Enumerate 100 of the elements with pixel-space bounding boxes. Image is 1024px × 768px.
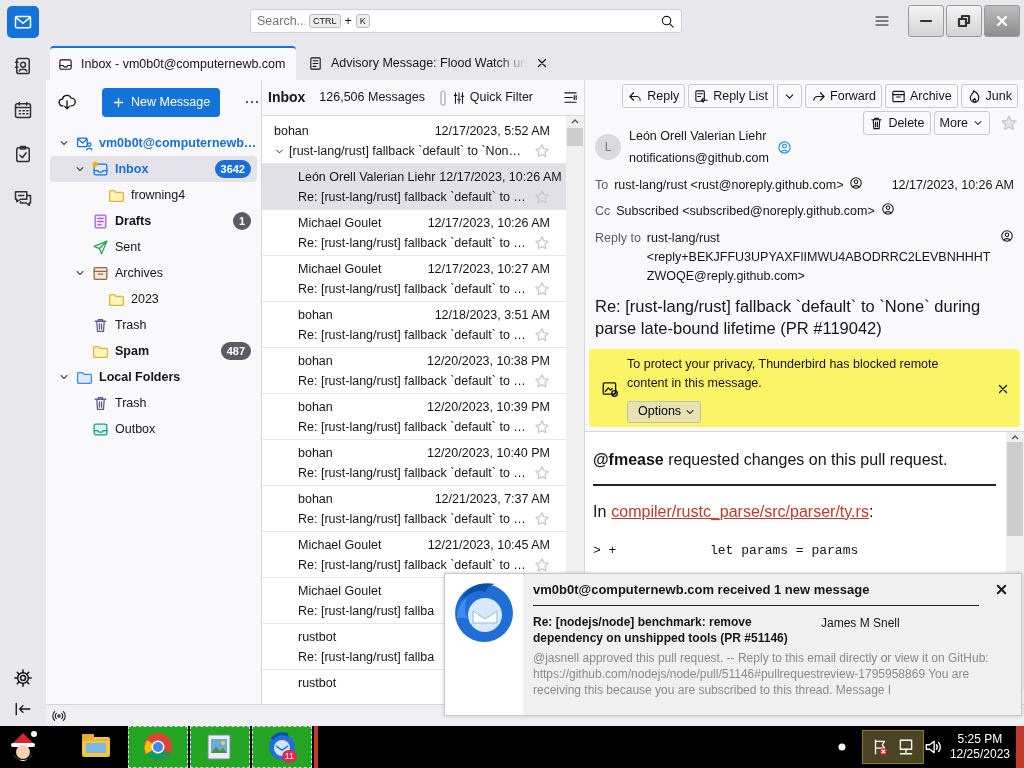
- settings-icon[interactable]: [13, 668, 33, 688]
- contact-icon[interactable]: [849, 175, 864, 190]
- folder-item[interactable]: Local Folders: [50, 364, 257, 390]
- star-icon[interactable]: [534, 511, 550, 527]
- folder-item[interactable]: frowning4: [50, 182, 257, 208]
- message-date: 12/17/2023, 10:26 AM: [427, 214, 550, 232]
- message-date: 12/20/2023, 10:39 PM: [427, 398, 550, 416]
- trash-icon: [92, 316, 109, 334]
- more-button[interactable]: More: [933, 111, 990, 135]
- code-line: > + let params = params: [593, 541, 860, 560]
- new-message-button[interactable]: New Message: [102, 87, 221, 117]
- forward-button[interactable]: Forward: [805, 84, 882, 108]
- menu-icon[interactable]: [874, 13, 890, 29]
- sender-name: Michael Goulet: [298, 536, 383, 554]
- folder-name: Spam: [115, 342, 151, 360]
- sender-name: bohan: [274, 122, 310, 140]
- folder-name: vm0b0t@computernewb…: [99, 134, 257, 152]
- message-row[interactable]: León Orell Valerian Liehr 12/17/2023, 10:26 AM Re: [rust-lang/rust] fallback `default` to …: [262, 164, 566, 210]
- archive-button[interactable]: Archive: [884, 84, 958, 108]
- folder-item[interactable]: Inbox 3642: [50, 156, 257, 182]
- search-field[interactable]: Search...: [257, 11, 305, 31]
- clock-date: 12/25/2023: [949, 747, 1010, 762]
- sliders-icon: [451, 90, 466, 105]
- message-subject: Re: [rust-lang/rust] fallback `default` to …: [298, 326, 527, 344]
- folder-item[interactable]: vm0b0t@computernewb…: [50, 130, 257, 156]
- drafts-icon: [92, 212, 109, 230]
- star-icon[interactable]: [1000, 114, 1018, 132]
- sender-name: bohan: [298, 444, 334, 462]
- folder-item[interactable]: Sent: [50, 234, 257, 260]
- star-icon[interactable]: [534, 189, 550, 205]
- close-icon[interactable]: [996, 382, 1010, 396]
- header-value: rust-lang/rust <reply+BEKJFFU3UPYAXFIIMWU4ABODRRC2LEVBNHHHTZWOQE@reply.github.com>: [646, 230, 992, 285]
- options-button[interactable]: Options: [627, 400, 702, 423]
- header-label: Reply to: [595, 230, 641, 247]
- sender-name: bohan: [298, 490, 334, 508]
- star-icon[interactable]: [534, 281, 550, 297]
- tab-label: Advisory Message: Flood Watch un: [331, 54, 528, 72]
- star-icon[interactable]: [534, 557, 550, 573]
- folder-item[interactable]: Outbox: [50, 416, 257, 442]
- taskbar-app[interactable]: 11: [252, 726, 312, 768]
- search-bar[interactable]: Search... CTRL + K: [250, 9, 682, 33]
- sender-name: bohan: [298, 398, 334, 416]
- message-subject: [rust-lang/rust] fallback `default` to `Non…: [289, 142, 523, 160]
- close-icon: [994, 13, 1010, 29]
- scrollbar-thumb[interactable]: [567, 128, 583, 146]
- dropdown-button[interactable]: [777, 84, 803, 108]
- header-label: To: [595, 176, 609, 194]
- star-icon[interactable]: [534, 419, 550, 435]
- clock-time: 5:25 PM: [956, 732, 1004, 747]
- message-subject: Re: [rust-lang/rust] fallback `default` to …: [298, 464, 527, 482]
- contact-icon[interactable]: [1000, 229, 1014, 243]
- folder-item[interactable]: Spam 487: [50, 338, 257, 364]
- contact-icon[interactable]: [880, 202, 895, 217]
- body-text: @fmease requested changes on this pull request.: [593, 449, 949, 470]
- sent-icon: [92, 238, 109, 256]
- scrollbar-thumb[interactable]: [1007, 441, 1023, 536]
- file-link[interactable]: compiler/rustc_parse/src/parser/ty.rs: [611, 499, 869, 524]
- close-icon[interactable]: [535, 56, 546, 70]
- folder-item[interactable]: Archives: [50, 260, 257, 286]
- tab[interactable]: Advisory Message: Flood Watch un: [300, 46, 546, 80]
- reply-button[interactable]: Reply: [622, 84, 686, 108]
- notice-text: To protect your privacy, Thunderbird has blocked remote content in this message.: [627, 356, 940, 392]
- folder-item[interactable]: 2023: [50, 286, 257, 312]
- star-icon[interactable]: [534, 143, 550, 159]
- clock[interactable]: 5:25 PM 12/25/2023: [949, 732, 1010, 762]
- message-subject: Re: [rust-lang/rust] fallback `default` to …: [298, 280, 527, 298]
- search-icon[interactable]: [660, 13, 675, 29]
- delete-button[interactable]: Delete: [863, 111, 931, 135]
- quick-filter-button[interactable]: Quick Filter: [451, 88, 533, 107]
- activity-icon[interactable]: [52, 708, 66, 723]
- minimize-icon: [920, 19, 932, 23]
- toggle-icon[interactable]: [439, 89, 446, 106]
- folder-item[interactable]: Trash: [50, 390, 257, 416]
- star-icon[interactable]: [534, 373, 550, 389]
- message-subject: Re: [rust-lang/rust] fallback `default` to …: [298, 234, 527, 252]
- message-subject: Re: [rust-lang/rust] fallback `default` to …: [298, 188, 527, 206]
- message-date: 12/17/2023, 10:27 AM: [427, 260, 550, 278]
- get-messages-icon[interactable]: [58, 93, 76, 111]
- folder-item[interactable]: Drafts 1: [50, 208, 257, 234]
- collapse-icon[interactable]: [14, 700, 32, 718]
- reply-list-button[interactable]: Reply List: [688, 84, 775, 108]
- folder-name: frowning4: [131, 186, 187, 204]
- folder-item[interactable]: Trash: [50, 312, 257, 338]
- folder-name: 2023: [131, 290, 160, 308]
- folder-name: Sent: [115, 238, 142, 256]
- plus-icon: [112, 95, 125, 109]
- header-label: Cc: [595, 203, 611, 221]
- junk-button[interactable]: Junk: [960, 84, 1018, 108]
- mail-icon[interactable]: [7, 6, 39, 38]
- folder-name: Trash: [115, 394, 148, 412]
- star-icon[interactable]: [534, 235, 550, 251]
- tab[interactable]: Inbox - vm0b0t@computernewb.com: [50, 46, 296, 80]
- star-icon[interactable]: [534, 465, 550, 481]
- folder-name: Outbox: [115, 420, 157, 438]
- notification-dot-icon[interactable]: [837, 743, 846, 751]
- speaker-icon[interactable]: [923, 738, 942, 756]
- restore-button[interactable]: [946, 5, 982, 37]
- star-icon[interactable]: [534, 327, 550, 343]
- minimize-button[interactable]: [908, 5, 944, 37]
- display-options-icon[interactable]: [563, 90, 578, 105]
